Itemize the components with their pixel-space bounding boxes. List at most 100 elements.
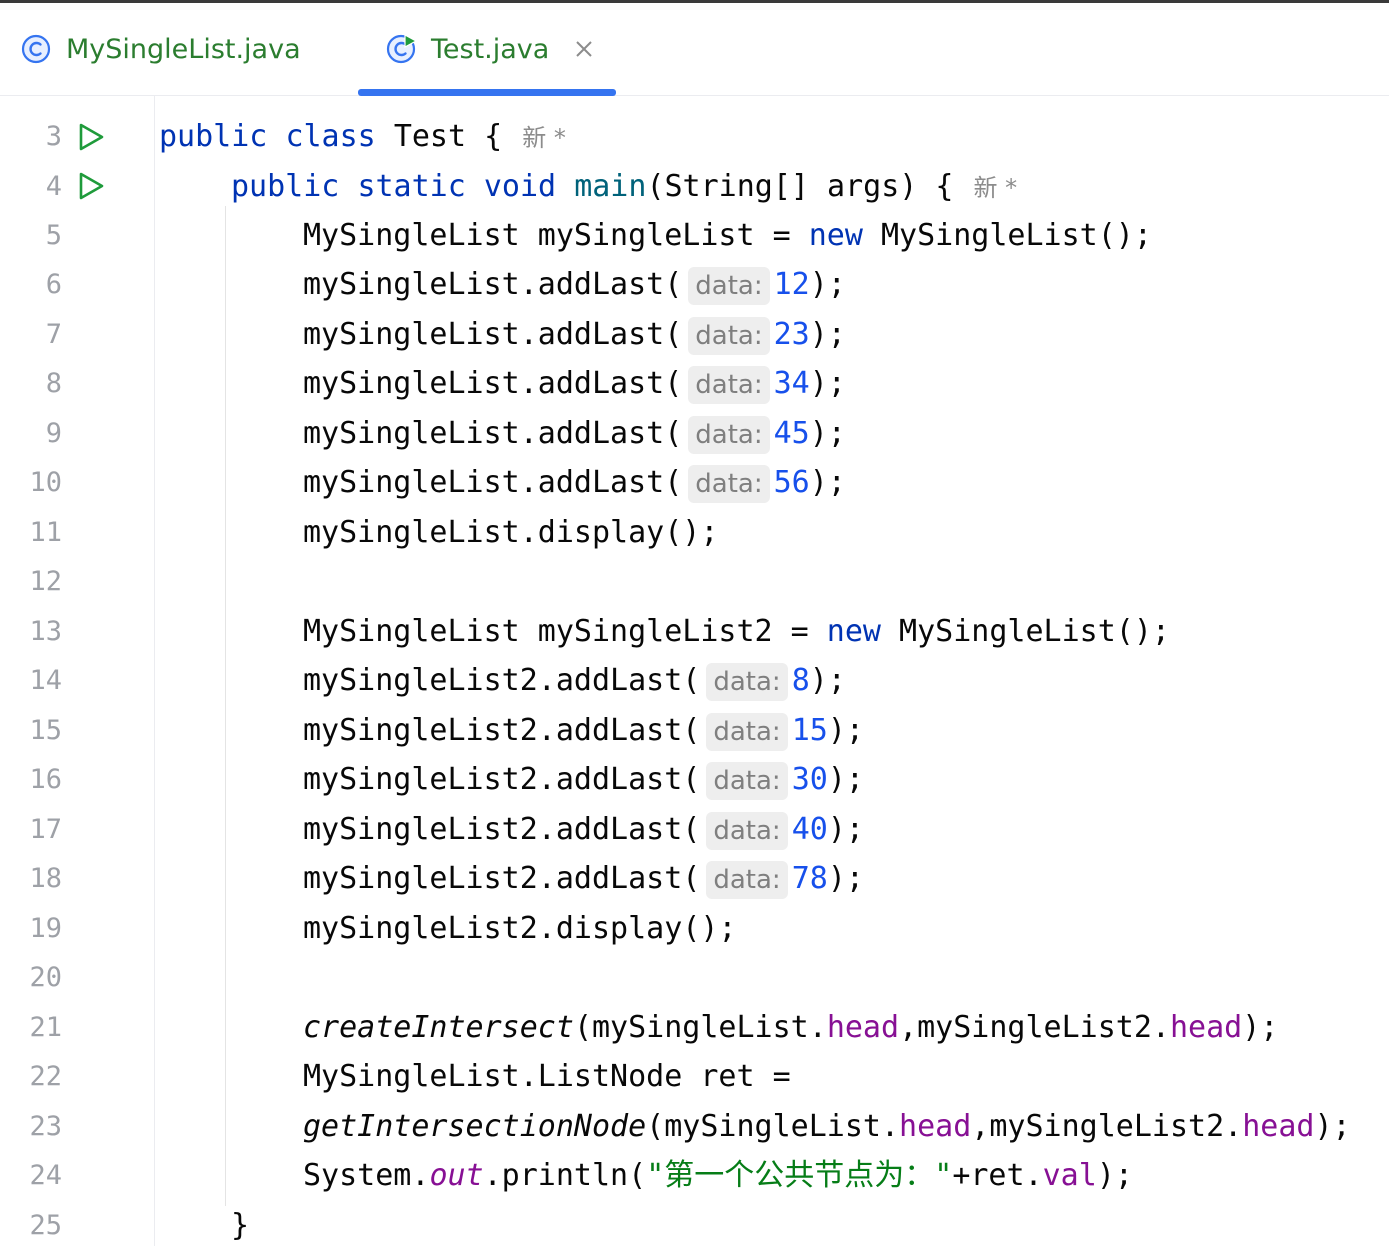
line-number: 12: [29, 566, 62, 597]
code-text: );: [809, 366, 846, 401]
code-line-3[interactable]: public class Test {新 *: [159, 112, 566, 162]
code-text: mySingleList.addLast(: [303, 317, 683, 352]
code-line-4[interactable]: public static void main(String[] args) {…: [231, 162, 1017, 212]
code-text: ,mySingleList2.: [971, 1109, 1243, 1144]
code-text: System.: [303, 1158, 430, 1193]
code-text: .println(: [483, 1158, 647, 1193]
string-literal: "第一个公共节点为：": [646, 1158, 953, 1193]
keyword: static: [357, 169, 466, 204]
code-text: +ret.: [952, 1158, 1043, 1193]
static-field-ref: out: [429, 1158, 484, 1193]
code-text: );: [1096, 1158, 1133, 1193]
line-number: 21: [29, 1012, 62, 1043]
code-text: mySingleList.addLast(: [303, 267, 683, 302]
code-text: mySingleList2.addLast(: [303, 713, 701, 748]
code-line-11[interactable]: mySingleList.display();: [303, 508, 718, 558]
close-icon[interactable]: [573, 38, 595, 60]
code-line-6[interactable]: mySingleList.addLast(data: 12);: [303, 260, 846, 310]
tab-label: MySingleList.java: [66, 33, 301, 65]
parameter-hint: data:: [688, 317, 770, 355]
code-text: );: [827, 713, 864, 748]
number-literal: 34: [773, 366, 810, 401]
gutter-separator: [154, 96, 155, 1246]
number-literal: 56: [773, 465, 810, 500]
code-text: mySingleList2.addLast(: [303, 861, 701, 896]
static-method-call: getIntersectionNode: [303, 1109, 647, 1144]
line-number: 17: [29, 814, 62, 845]
code-line-9[interactable]: mySingleList.addLast(data: 45);: [303, 409, 846, 459]
keyword: public: [159, 119, 268, 154]
code-line-15[interactable]: mySingleList2.addLast(data: 15);: [303, 706, 864, 756]
parameter-hint: data:: [688, 366, 770, 404]
author-inlay-hint[interactable]: 新 *: [973, 174, 1017, 202]
tab-mysinglelist-java[interactable]: MySingleList.java: [20, 3, 301, 95]
code-line-21[interactable]: createIntersect(mySingleList.head,mySing…: [303, 1003, 1278, 1053]
number-literal: 40: [791, 812, 828, 847]
line-number: 15: [29, 715, 62, 746]
code-text: );: [809, 416, 846, 451]
number-literal: 15: [791, 713, 828, 748]
code-text: ,mySingleList2.: [899, 1010, 1170, 1045]
keyword: public: [231, 169, 340, 204]
code-editor[interactable]: 3 4 5 6 7 8 9 10 11 12 13 14 15 16 17 18…: [0, 96, 1389, 1246]
method-name: main: [574, 169, 647, 204]
active-tab-indicator: [358, 89, 616, 96]
code-text: MySingleList();: [880, 614, 1170, 649]
line-number: 16: [29, 764, 62, 795]
class-run-icon: [386, 33, 417, 64]
run-icon[interactable]: [76, 171, 106, 201]
code-text: mySingleList.addLast(: [303, 366, 683, 401]
code-line-10[interactable]: mySingleList.addLast(data: 56);: [303, 458, 846, 508]
code-text: );: [827, 861, 864, 896]
line-number: 22: [29, 1061, 62, 1092]
code-line-14[interactable]: mySingleList2.addLast(data: 8);: [303, 656, 846, 706]
code-text: );: [809, 267, 846, 302]
code-text: mySingleList.addLast(: [303, 416, 683, 451]
field-ref: head: [826, 1010, 900, 1045]
line-number: 8: [45, 368, 62, 399]
code-line-13[interactable]: MySingleList mySingleList2 = new MySingl…: [303, 607, 1170, 657]
code-line-23[interactable]: getIntersectionNode(mySingleList.head,my…: [303, 1102, 1351, 1152]
line-number: 20: [29, 962, 62, 993]
author-inlay-hint[interactable]: 新 *: [522, 124, 566, 152]
code-line-25[interactable]: }: [231, 1201, 249, 1251]
code-line-22[interactable]: MySingleList.ListNode ret =: [303, 1052, 791, 1102]
brace: {: [466, 119, 503, 154]
class-icon: [21, 34, 51, 64]
field-ref: val: [1042, 1158, 1097, 1193]
code-text: );: [827, 812, 864, 847]
code-line-17[interactable]: mySingleList2.addLast(data: 40);: [303, 805, 864, 855]
line-number: 4: [45, 171, 62, 202]
parameter-hint: data:: [706, 812, 788, 850]
number-literal: 45: [773, 416, 810, 451]
line-number: 3: [45, 121, 62, 152]
line-number: 13: [29, 616, 62, 647]
tab-test-java[interactable]: Test.java: [385, 3, 595, 95]
run-icon[interactable]: [76, 122, 106, 152]
tab-label: Test.java: [431, 33, 550, 65]
parameter-hint: data:: [706, 663, 788, 701]
code-line-8[interactable]: mySingleList.addLast(data: 34);: [303, 359, 846, 409]
code-text: mySingleList2.addLast(: [303, 663, 701, 698]
code-text: mySingleList.addLast(: [303, 465, 683, 500]
parameter-hint: data:: [688, 267, 770, 305]
editor-tab-bar: MySingleList.java Test.java: [0, 3, 1389, 96]
code-line-19[interactable]: mySingleList2.display();: [303, 904, 736, 954]
code-line-24[interactable]: System.out.println("第一个公共节点为："+ret.val);: [303, 1151, 1133, 1201]
code-line-7[interactable]: mySingleList.addLast(data: 23);: [303, 310, 846, 360]
parameter-hint: data:: [688, 465, 770, 503]
code-text: );: [827, 762, 864, 797]
code-text: );: [1242, 1010, 1279, 1045]
code-text: );: [1314, 1109, 1351, 1144]
static-method-call: createIntersect: [303, 1010, 574, 1045]
code-line-16[interactable]: mySingleList2.addLast(data: 30);: [303, 755, 864, 805]
line-number: 24: [29, 1160, 62, 1191]
line-number: 25: [29, 1210, 62, 1241]
field-ref: head: [899, 1109, 972, 1144]
code-text: );: [809, 317, 846, 352]
line-number: 9: [45, 418, 62, 449]
code-line-18[interactable]: mySingleList2.addLast(data: 78);: [303, 854, 864, 904]
line-number: 10: [29, 467, 62, 498]
code-line-5[interactable]: MySingleList mySingleList = new MySingle…: [303, 211, 1152, 261]
number-literal: 12: [773, 267, 810, 302]
